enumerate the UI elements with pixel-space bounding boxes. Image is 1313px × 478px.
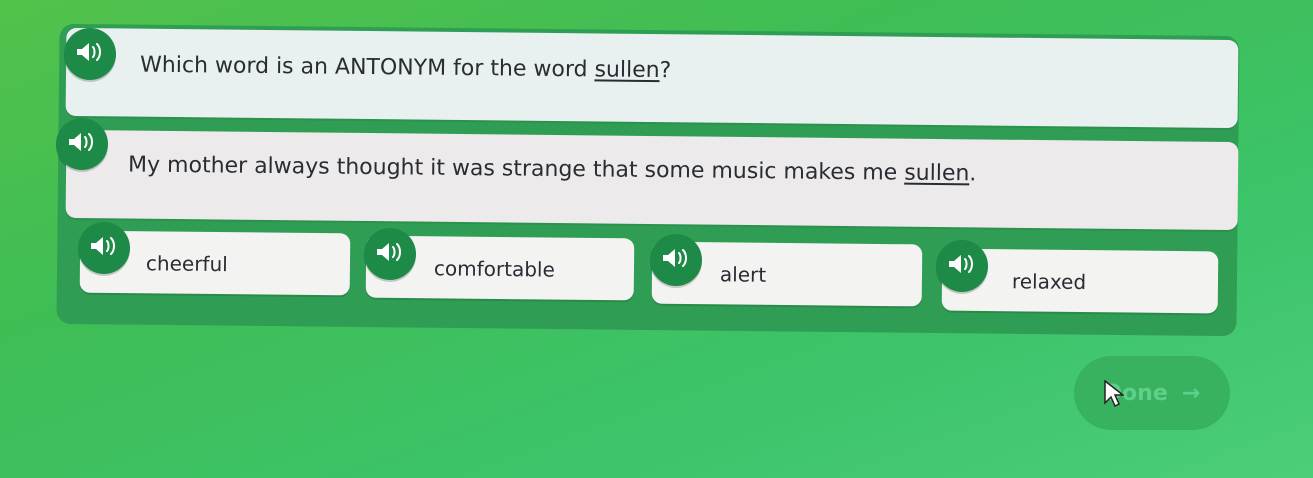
speaker-icon [661,247,691,273]
speaker-icon [947,253,977,279]
sentence-card: My mother always thought it was strange … [65,129,1239,231]
sentence-audio-button[interactable] [56,118,108,170]
question-target-word: sullen [594,57,660,84]
question-audio-button[interactable] [64,28,116,80]
arrow-right-icon: → [1181,380,1201,406]
question-text: Which word is an ANTONYM for the word su… [140,53,671,84]
option-label: relaxed [1011,269,1087,295]
sentence-target-word: sullen [904,160,970,187]
speaker-icon [375,241,405,267]
sentence-prefix: My mother always thought it was strange … [127,152,905,186]
option-label: alert [719,262,767,287]
sentence-suffix: . [969,161,977,187]
option-audio-button[interactable] [936,240,988,292]
speaker-icon [67,131,97,157]
option-audio-button[interactable] [650,234,702,286]
option-audio-button[interactable] [78,222,130,274]
speaker-icon [89,235,119,261]
done-button[interactable]: Done → [1074,356,1230,430]
option-audio-button[interactable] [364,228,416,280]
option-label: cheerful [145,251,228,277]
question-card: Which word is an ANTONYM for the word su… [65,27,1239,129]
mouse-cursor-icon [1104,379,1126,412]
sentence-text: My mother always thought it was strange … [128,153,977,187]
option-label: comfortable [433,256,555,282]
question-suffix: ? [659,58,672,84]
question-prefix: Which word is an ANTONYM for the word [139,52,595,83]
speaker-icon [75,41,105,67]
